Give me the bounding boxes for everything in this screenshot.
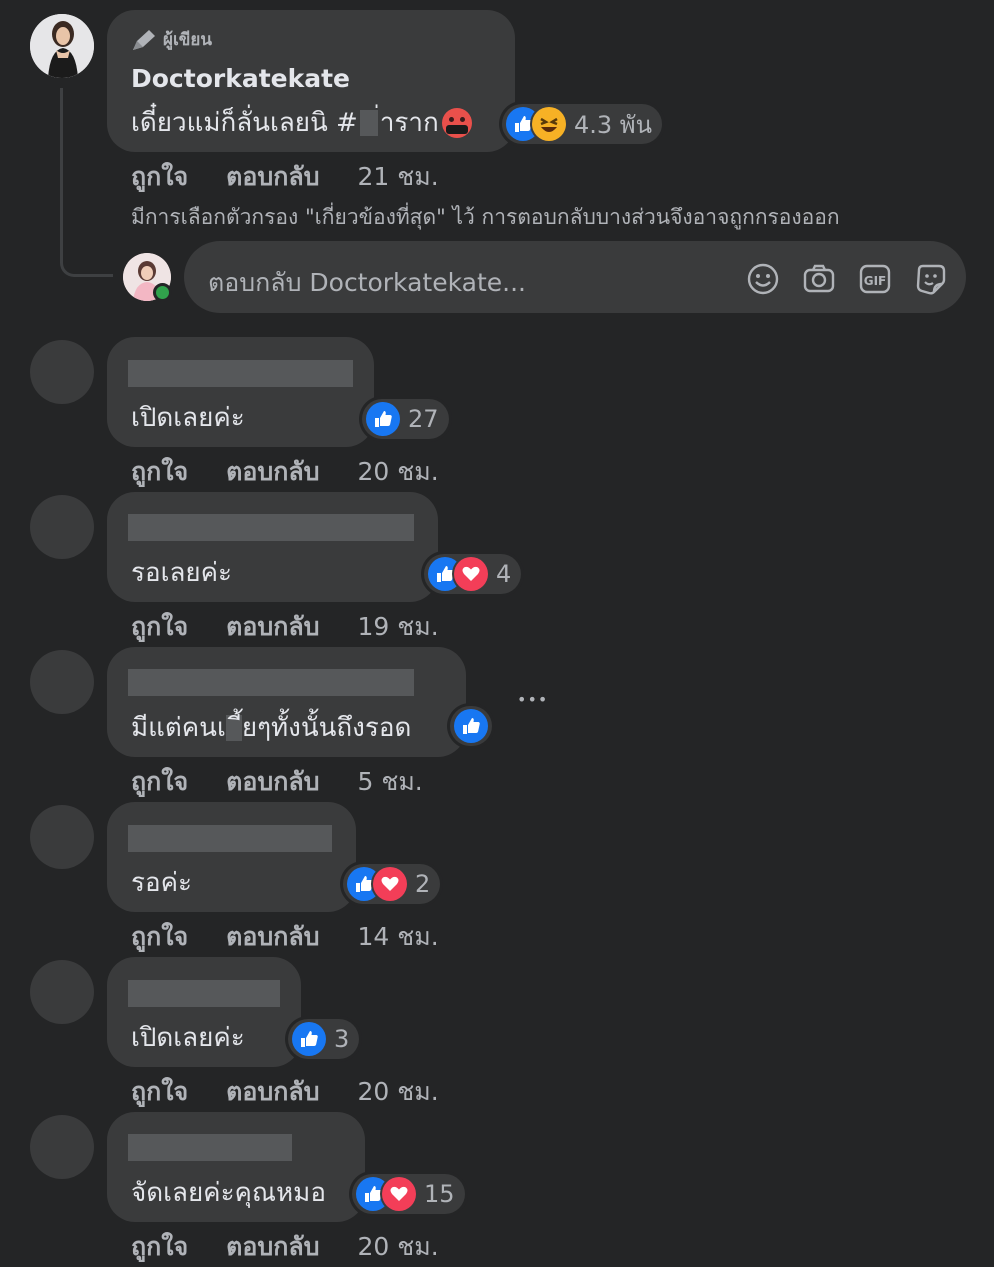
author-reaction-count: 4.3 พัน <box>574 110 653 139</box>
author-text-part2: ่าราก <box>379 108 439 138</box>
reply-avatar[interactable] <box>30 650 94 714</box>
love-icon <box>454 557 488 591</box>
reply-avatar[interactable] <box>30 495 94 559</box>
author-text-part1: เดี๋ยวแม่ก็ลั่นเลยนิ # <box>131 108 358 138</box>
author-comment-actions: ถูกใจ ตอบกลับ 21 ชม. <box>131 157 469 197</box>
reply-actions: ถูกใจ ตอบกลับ 19 ชม. <box>131 607 469 647</box>
author-reactions[interactable]: 4.3 พัน <box>502 104 663 144</box>
reply-actions: ถูกใจ ตอบกลับ 20 ชม. <box>131 1072 469 1112</box>
timestamp[interactable]: 20 ชม. <box>358 1232 439 1261</box>
reply-reactions[interactable] <box>450 706 492 746</box>
author-badge: ผู้เขียน <box>131 26 212 53</box>
reply-link[interactable]: ตอบกลับ <box>226 922 319 951</box>
timestamp[interactable]: 20 ชม. <box>358 457 439 486</box>
reply-text: เปิดเลยค่ะ <box>131 403 245 433</box>
reply-avatar[interactable] <box>30 340 94 404</box>
reply-text: จัดเลยค่ะคุณหมอ <box>131 1178 326 1208</box>
reply-avatar[interactable] <box>30 960 94 1024</box>
reply-link[interactable]: ตอบกลับ <box>226 612 319 641</box>
redacted-name <box>128 825 332 852</box>
reply-actions: ถูกใจ ตอบกลับ 14 ชม. <box>131 917 469 957</box>
reaction-count: 4 <box>496 560 512 588</box>
timestamp[interactable]: 20 ชม. <box>358 1077 439 1106</box>
timestamp[interactable]: 21 ชม. <box>358 162 439 191</box>
reply-link[interactable]: ตอบกลับ <box>226 162 319 191</box>
reply-bubble: มีแต่คนเ ี้ยๆทั้งนั้นถึงรอด <box>107 647 466 757</box>
camera-icon[interactable] <box>802 262 836 296</box>
author-comment-text: เดี๋ยวแม่ก็ลั่นเลยนิ # ่าราก <box>131 102 472 143</box>
gif-icon[interactable]: GIF <box>858 262 892 296</box>
reply-bubble: รอค่ะ <box>107 802 356 912</box>
author-badge-label: ผู้เขียน <box>163 30 212 50</box>
reply-reactions[interactable]: 3 <box>288 1019 360 1059</box>
reaction-count: 27 <box>408 405 439 433</box>
censor-block <box>225 714 242 741</box>
like-icon <box>292 1022 326 1056</box>
author-photo <box>30 14 94 78</box>
reply-actions: ถูกใจ ตอบกลับ 5 ชม. <box>131 762 453 802</box>
like-link[interactable]: ถูกใจ <box>131 162 188 191</box>
reaction-count: 15 <box>424 1180 455 1208</box>
reaction-count: 3 <box>334 1025 350 1053</box>
redacted-name <box>128 514 414 541</box>
redacted-name <box>128 360 353 387</box>
reaction-count: 2 <box>415 870 431 898</box>
reply-bubble: เปิดเลยค่ะ <box>107 957 301 1067</box>
reply-link[interactable]: ตอบกลับ <box>226 767 319 796</box>
reply-reactions[interactable]: 2 <box>343 864 441 904</box>
censor-block <box>359 109 378 136</box>
love-icon <box>373 867 407 901</box>
author-name[interactable]: Doctorkatekate <box>131 64 350 93</box>
like-link[interactable]: ถูกใจ <box>131 457 188 486</box>
more-options-icon[interactable]: ••• <box>517 690 548 709</box>
redacted-name <box>128 1134 292 1161</box>
reply-avatar[interactable] <box>30 1115 94 1179</box>
reply-text: รอค่ะ <box>131 868 192 898</box>
reply-input-placeholder: ตอบกลับ Doctorkatekate... <box>208 268 526 297</box>
reply-avatar[interactable] <box>30 805 94 869</box>
like-link[interactable]: ถูกใจ <box>131 922 188 951</box>
reply-link[interactable]: ตอบกลับ <box>226 1077 319 1106</box>
reply-bubble: เปิดเลยค่ะ <box>107 337 374 447</box>
reply-reactions[interactable]: 4 <box>424 554 522 594</box>
timestamp[interactable]: 14 ชม. <box>358 922 439 951</box>
reply-link[interactable]: ตอบกลับ <box>226 457 319 486</box>
reply-actions: ถูกใจ ตอบกลับ 20 ชม. <box>131 452 469 492</box>
reply-actions: ถูกใจ ตอบกลับ 20 ชม. <box>131 1227 469 1267</box>
love-icon <box>382 1177 416 1211</box>
like-link[interactable]: ถูกใจ <box>131 1077 188 1106</box>
haha-icon <box>532 107 566 141</box>
reply-text-part2: ี้ยๆทั้งนั้นถึงรอด <box>241 713 412 743</box>
reply-text: รอเลยค่ะ <box>131 558 232 588</box>
like-icon <box>454 709 488 743</box>
current-user-avatar[interactable] <box>123 253 172 302</box>
like-icon <box>366 402 400 436</box>
reply-reactions[interactable]: 27 <box>362 399 449 439</box>
redacted-name <box>128 669 414 696</box>
emoji-icon[interactable] <box>746 262 780 296</box>
timestamp[interactable]: 19 ชม. <box>358 612 439 641</box>
angry-face-emoji-icon <box>441 107 472 138</box>
author-avatar[interactable] <box>30 14 94 78</box>
redacted-name <box>128 980 280 1007</box>
reply-link[interactable]: ตอบกลับ <box>226 1232 319 1261</box>
reply-text: มีแต่คนเ ี้ยๆทั้งนั้นถึงรอด <box>131 707 411 748</box>
pen-icon <box>133 29 155 50</box>
filter-notice: มีการเลือกตัวกรอง "เกี่ยวข้องที่สุด" ไว้… <box>131 205 840 229</box>
timestamp[interactable]: 5 ชม. <box>358 767 423 796</box>
like-link[interactable]: ถูกใจ <box>131 767 188 796</box>
sticker-icon[interactable] <box>914 262 948 296</box>
online-status-dot <box>153 283 172 302</box>
like-link[interactable]: ถูกใจ <box>131 1232 188 1261</box>
like-link[interactable]: ถูกใจ <box>131 612 188 641</box>
reply-input[interactable]: ตอบกลับ Doctorkatekate... GIF <box>184 241 966 313</box>
reply-text: เปิดเลยค่ะ <box>131 1023 245 1053</box>
author-comment-bubble: ผู้เขียน Doctorkatekate เดี๋ยวแม่ก็ลั่นเ… <box>107 10 515 152</box>
reply-bubble: รอเลยค่ะ <box>107 492 438 602</box>
reply-bubble: จัดเลยค่ะคุณหมอ <box>107 1112 365 1222</box>
thread-line <box>60 88 113 277</box>
svg-text:GIF: GIF <box>864 274 887 288</box>
reply-text-part1: มีแต่คนเ <box>131 713 226 743</box>
reply-reactions[interactable]: 15 <box>352 1174 465 1214</box>
